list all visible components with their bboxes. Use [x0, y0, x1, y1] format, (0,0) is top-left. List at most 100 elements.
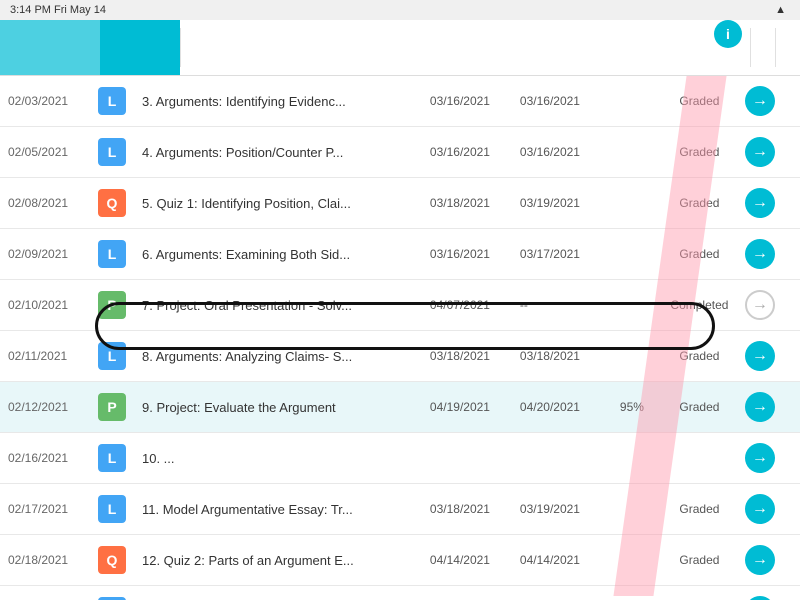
row-assignment-name: 5. Quiz 1: Identifying Position, Clai... [134, 178, 422, 229]
row-date: 02/12/2021 [0, 382, 90, 433]
row-arrow-cell: → [737, 127, 800, 178]
row-status: Graded [662, 229, 737, 280]
row-arrow-cell: → [737, 586, 800, 600]
row-date: 02/03/2021 [0, 76, 90, 127]
row-arrow-btn[interactable]: → [745, 443, 775, 473]
row-type-badge: Q [90, 178, 134, 229]
row-status: Graded [662, 331, 737, 382]
row-score [602, 229, 662, 280]
row-status: Graded [662, 484, 737, 535]
row-type-badge: L [90, 586, 134, 600]
top-nav: i [0, 20, 800, 76]
row-type-badge: L [90, 76, 134, 127]
row-submitted-date: 03/17/2021 [512, 229, 602, 280]
row-due-date: 03/18/2021 [422, 331, 512, 382]
table-row[interactable]: 02/09/2021 L 6. Arguments: Examining Bot… [0, 229, 800, 280]
table-row[interactable]: 02/22/2021 L 13. Model Argumentative Ess… [0, 586, 800, 600]
row-arrow-cell: → [737, 382, 800, 433]
row-submitted-date: 03/19/2021 [512, 484, 602, 535]
row-assignment-name: 13. Model Argumentative Essay: C... [134, 586, 422, 600]
row-status: Graded [662, 382, 737, 433]
row-due-date [422, 433, 512, 484]
row-score [602, 280, 662, 331]
row-date: 02/18/2021 [0, 535, 90, 586]
row-due-date: 03/18/2021 [422, 484, 512, 535]
table-row[interactable]: 02/18/2021 Q 12. Quiz 2: Parts of an Arg… [0, 535, 800, 586]
row-arrow-btn[interactable]: → [745, 392, 775, 422]
row-date: 02/11/2021 [0, 331, 90, 382]
courses-tab[interactable] [100, 20, 180, 75]
row-arrow-cell: → [737, 280, 800, 331]
table-row[interactable]: 02/05/2021 L 4. Arguments: Position/Coun… [0, 127, 800, 178]
row-type-badge: L [90, 229, 134, 280]
row-submitted-date: 03/19/2021 [512, 178, 602, 229]
row-assignment-name: 4. Arguments: Position/Counter P... [134, 127, 422, 178]
row-assignment-name: 8. Arguments: Analyzing Claims- S... [134, 331, 422, 382]
row-due-date: 04/14/2021 [422, 535, 512, 586]
row-arrow-btn[interactable]: → [745, 137, 775, 167]
row-date: 02/09/2021 [0, 229, 90, 280]
row-submitted-date [512, 433, 602, 484]
row-arrow-btn[interactable]: → [745, 188, 775, 218]
row-score [602, 586, 662, 600]
row-score [602, 535, 662, 586]
row-due-date: 03/16/2021 [422, 76, 512, 127]
row-arrow-btn[interactable]: → [745, 545, 775, 575]
row-date: 02/05/2021 [0, 127, 90, 178]
row-status: Graded [662, 178, 737, 229]
row-score [602, 178, 662, 229]
row-submitted-date: 03/18/2021 [512, 331, 602, 382]
row-score [602, 76, 662, 127]
table-row[interactable]: 02/03/2021 L 3. Arguments: Identifying E… [0, 76, 800, 127]
table-row[interactable]: 02/17/2021 L 11. Model Argumentative Ess… [0, 484, 800, 535]
section-label [751, 20, 775, 75]
row-submitted-date: -- [512, 280, 602, 331]
table-row[interactable]: 02/11/2021 L 8. Arguments: Analyzing Cla… [0, 331, 800, 382]
row-arrow-cell: → [737, 535, 800, 586]
assignments-tab[interactable] [0, 20, 100, 75]
status-time: 3:14 PM Fri May 14 [10, 4, 106, 16]
status-indicators: ▲ [775, 4, 790, 16]
row-submitted-date: 03/16/2021 [512, 76, 602, 127]
row-due-date: 03/16/2021 [422, 229, 512, 280]
row-arrow-cell: → [737, 484, 800, 535]
row-submitted-date: 04/20/2021 [512, 382, 602, 433]
row-type-badge: L [90, 331, 134, 382]
row-type-badge: L [90, 433, 134, 484]
row-score: 95% [602, 382, 662, 433]
row-arrow-btn[interactable]: → [745, 239, 775, 269]
table-row[interactable]: 02/12/2021 P 9. Project: Evaluate the Ar… [0, 382, 800, 433]
question-label [776, 20, 800, 75]
row-date: 02/16/2021 [0, 433, 90, 484]
row-due-date: 04/07/2021 [422, 280, 512, 331]
row-assignment-name: 6. Arguments: Examining Both Sid... [134, 229, 422, 280]
table-row[interactable]: 02/16/2021 L 10. ... → [0, 433, 800, 484]
row-submitted-date: 03/19/2021 [512, 586, 602, 600]
row-submitted-date: 04/14/2021 [512, 535, 602, 586]
row-assignment-name: 12. Quiz 2: Parts of an Argument E... [134, 535, 422, 586]
row-assignment-name: 11. Model Argumentative Essay: Tr... [134, 484, 422, 535]
row-status: Completed [662, 280, 737, 331]
row-status [662, 433, 737, 484]
row-score [602, 433, 662, 484]
wifi-icon: ▲ [775, 4, 786, 16]
row-arrow-btn[interactable]: → [745, 341, 775, 371]
row-arrow-cell: → [737, 178, 800, 229]
row-arrow-btn[interactable]: → [745, 494, 775, 524]
row-arrow-btn[interactable]: → [745, 86, 775, 116]
row-date: 02/08/2021 [0, 178, 90, 229]
row-due-date: 03/18/2021 [422, 178, 512, 229]
row-status: Graded [662, 76, 737, 127]
row-due-date: 04/19/2021 [422, 382, 512, 433]
row-date: 02/17/2021 [0, 484, 90, 535]
table-row[interactable]: 02/08/2021 Q 5. Quiz 1: Identifying Posi… [0, 178, 800, 229]
assignments-table-container: 02/03/2021 L 3. Arguments: Identifying E… [0, 76, 800, 600]
row-arrow-btn[interactable]: → [745, 596, 775, 600]
table-row[interactable]: 02/10/2021 P 7. Project: Oral Presentati… [0, 280, 800, 331]
status-bar: 3:14 PM Fri May 14 ▲ [0, 0, 800, 20]
row-date: 02/10/2021 [0, 280, 90, 331]
row-assignment-name: 10. ... [134, 433, 422, 484]
info-button[interactable]: i [714, 20, 742, 48]
row-score [602, 484, 662, 535]
row-status: Graded [662, 586, 737, 600]
